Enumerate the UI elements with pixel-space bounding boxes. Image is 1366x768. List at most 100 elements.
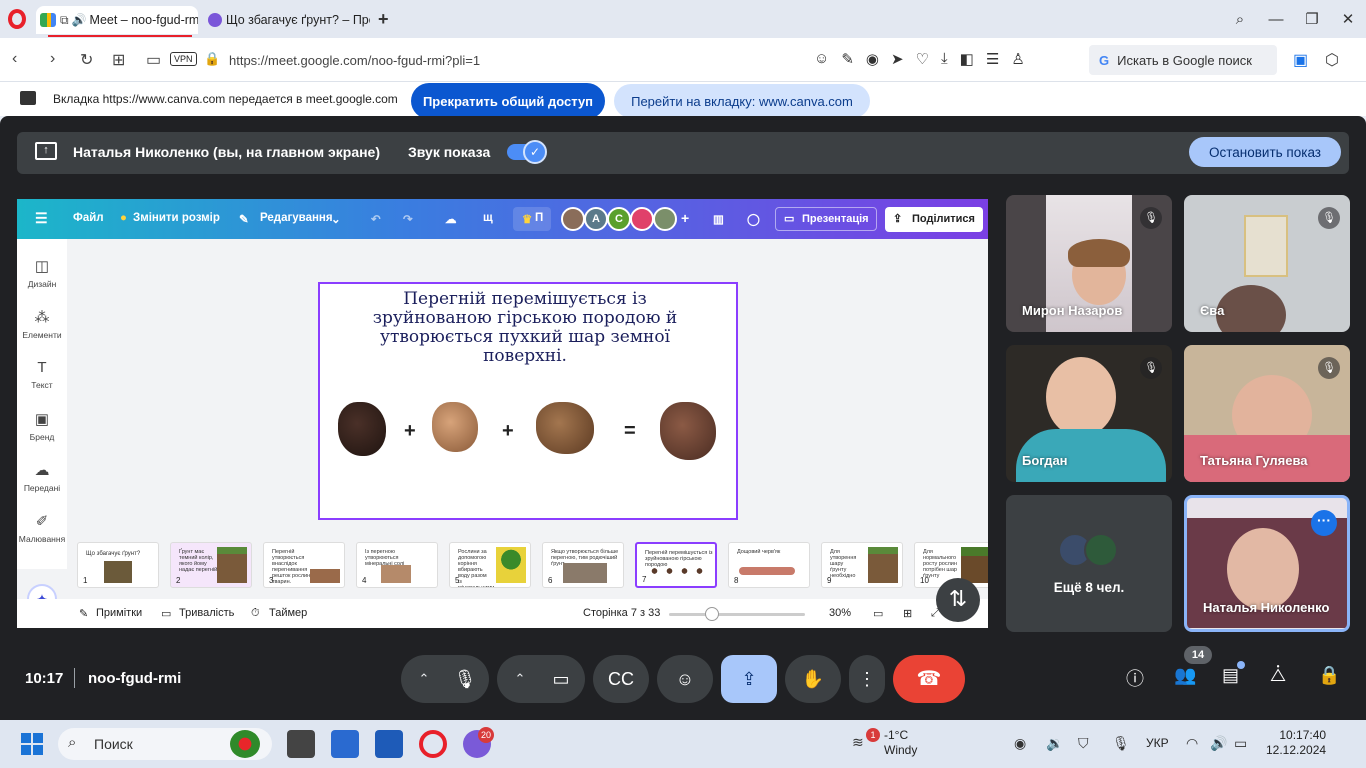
opera-menu-icon[interactable] xyxy=(8,9,26,29)
chat-icon[interactable]: ▤ xyxy=(1222,665,1239,686)
participant-tile[interactable]: 🎙 Мирон Назаров xyxy=(1006,195,1172,332)
tab-meet[interactable]: ⧉ 🔊 Meet – noo-fgud-rmi xyxy=(36,6,198,37)
go-to-tab-button[interactable]: Перейти на вкладку: www.canva.com xyxy=(614,84,870,118)
current-slide[interactable]: Перегній перемішується із зруйнованою гі… xyxy=(318,282,738,520)
new-tab-button[interactable]: + xyxy=(378,9,389,30)
heart-icon[interactable]: ♡ xyxy=(916,50,929,68)
language-indicator[interactable]: УКР xyxy=(1146,736,1169,750)
google-search-box[interactable]: G Искать в Google поиск xyxy=(1089,45,1277,75)
thumbnail-slide[interactable]: Перегній утворюється внаслідок перегнива… xyxy=(263,542,345,588)
more-participants-tile[interactable]: Ещё 8 чел. xyxy=(1006,495,1172,632)
cloud-save-icon[interactable]: ☁ xyxy=(445,212,457,226)
resize-button[interactable]: Змінити розмір xyxy=(133,212,220,224)
collaborator-avatar[interactable]: A xyxy=(584,207,608,231)
send-icon[interactable]: ➤ xyxy=(891,50,904,68)
activities-icon[interactable]: ⧊ xyxy=(1270,665,1286,686)
security-tray-icon[interactable]: ⛉ xyxy=(1078,735,1089,752)
collaborator-avatar[interactable] xyxy=(630,207,654,231)
host-controls-icon[interactable]: 🔒 xyxy=(1318,665,1340,686)
emoji-icon[interactable]: ☺ xyxy=(814,50,829,68)
meeting-info-icon[interactable]: ⓘ xyxy=(1126,665,1144,691)
reactions-button[interactable]: ☺ xyxy=(657,655,713,703)
sidebar-toggle-icon[interactable]: ◧ xyxy=(960,50,974,68)
wifi-icon[interactable]: ◠ xyxy=(1186,735,1198,752)
reload-icon[interactable]: ↻ xyxy=(80,50,93,70)
more-options-button[interactable]: ⋮ xyxy=(849,655,885,703)
speaker-icon[interactable]: 🔊 xyxy=(1210,735,1227,752)
thumbnail-slide[interactable]: Ґрунт має темний колір, якого йому надає… xyxy=(170,542,252,588)
snapshot-icon[interactable]: ◉ xyxy=(866,50,879,68)
self-tile[interactable]: ··· Наталья Николенко xyxy=(1184,495,1350,632)
video-settings-chevron-icon[interactable]: ⌃ xyxy=(505,655,535,703)
restore-button[interactable]: ❐ xyxy=(1294,0,1330,38)
download-icon[interactable]: ⤓ xyxy=(941,50,948,68)
thumbnail-slide-current[interactable]: Перегній перемішується із зруйнованою гі… xyxy=(635,542,717,588)
forward-icon[interactable]: › xyxy=(50,50,55,68)
extensions-icon[interactable]: ⬡ xyxy=(1325,50,1339,70)
pip-icon[interactable]: ⧉ xyxy=(60,13,69,28)
participant-tile[interactable]: 🎙 Татьяна Гуляева xyxy=(1184,345,1350,482)
microphone-button[interactable]: 🎙 xyxy=(437,655,493,703)
url-field[interactable]: https://meet.google.com/noo-fgud-rmi?pli… xyxy=(229,53,480,68)
rail-elements[interactable]: ⁂ Елементи xyxy=(17,308,67,340)
add-collaborator-icon[interactable]: + xyxy=(681,210,689,226)
system-clock[interactable]: 10:17:40 12.12.2024 xyxy=(1266,728,1326,758)
minimize-button[interactable]: — xyxy=(1258,0,1294,38)
duration-button[interactable]: Тривалість xyxy=(179,607,234,619)
profile-icon[interactable]: ♙ xyxy=(1011,50,1024,68)
thumbnail-slide[interactable]: Із перегною утворюються мінеральні солі 4 xyxy=(356,542,438,588)
windows-start-icon[interactable] xyxy=(21,733,43,755)
collaborator-avatar[interactable] xyxy=(653,207,677,231)
close-window-button[interactable]: ✕ xyxy=(1330,0,1366,38)
swap-layout-button[interactable]: ⇅ xyxy=(936,578,980,622)
rail-draw[interactable]: ✐ Малювання xyxy=(17,512,67,544)
easy-setup-icon[interactable]: ☰ xyxy=(986,50,999,68)
search-tabs-icon[interactable]: ⌕ xyxy=(1222,0,1258,38)
menu-icon[interactable]: ☰ xyxy=(35,210,48,227)
rail-text[interactable]: T Текст xyxy=(17,359,67,390)
back-icon[interactable]: ‹ xyxy=(12,50,17,68)
pages-view-icon[interactable]: ▭ xyxy=(873,607,883,620)
camera-icon[interactable]: ▭ xyxy=(146,50,161,70)
more-options-icon[interactable]: ··· xyxy=(1311,510,1337,536)
design-title[interactable]: щ xyxy=(483,212,493,224)
microphone-tray-icon[interactable]: 🎙 xyxy=(1112,735,1130,752)
collaborator-avatar[interactable]: C xyxy=(607,207,631,231)
file-menu[interactable]: Файл xyxy=(73,212,104,224)
rail-uploads[interactable]: ☁ Передані xyxy=(17,461,67,493)
vpn-badge[interactable]: VPN xyxy=(170,52,197,66)
grid-view-icon[interactable]: ⊞ xyxy=(903,607,912,620)
thumbnail-slide[interactable]: Якщо утворюється більше перегною, тим ро… xyxy=(542,542,624,588)
present-now-button[interactable]: ⇪ xyxy=(721,655,777,703)
zoom-value[interactable]: 30% xyxy=(829,607,851,619)
thumbnail-slide[interactable]: Для утворення шару ґрунту необхідно 9 xyxy=(821,542,903,588)
opera-taskbar-icon[interactable] xyxy=(419,730,447,758)
rail-design[interactable]: ◫ Дизайн xyxy=(17,257,67,289)
wallet-icon[interactable]: ▣ xyxy=(1293,50,1308,70)
timer-button[interactable]: Таймер xyxy=(269,607,307,619)
comment-icon[interactable]: ◯ xyxy=(747,212,760,226)
thumbnail-slide[interactable]: Що збагачує ґрунт? 1 xyxy=(77,542,159,588)
audio-settings-chevron-icon[interactable]: ⌃ xyxy=(409,655,439,703)
stop-sharing-button[interactable]: Прекратить общий доступ xyxy=(411,83,605,119)
speed-dial-icon[interactable]: ⊞ xyxy=(112,50,125,70)
share-button[interactable]: ⇪ Поділитися xyxy=(885,207,983,232)
viber-tray-icon[interactable]: ◉ xyxy=(1014,735,1026,752)
weather-widget[interactable]: -1°C Windy xyxy=(884,728,917,758)
task-view-icon[interactable] xyxy=(287,730,315,758)
rail-brand[interactable]: ▣ Бренд xyxy=(17,410,67,442)
lock-icon[interactable]: 🔒 xyxy=(204,51,220,67)
redo-icon[interactable]: ↷ xyxy=(403,212,413,226)
tab-canva[interactable]: Що збагачує ґрунт? – Пре xyxy=(202,6,370,34)
captions-button[interactable]: CC xyxy=(593,655,649,703)
battery-icon[interactable]: ▭ xyxy=(1234,735,1247,752)
thumbnail-slide[interactable]: Рослини за допомогою коріння вбирають во… xyxy=(449,542,531,588)
camera-button[interactable]: ▭ xyxy=(533,655,589,703)
raise-hand-button[interactable]: ✋ xyxy=(785,655,841,703)
zoom-slider-handle[interactable] xyxy=(705,607,719,621)
weather-icon[interactable]: ≋ xyxy=(852,734,864,751)
undo-icon[interactable]: ↶ xyxy=(371,212,381,226)
people-icon[interactable]: 👥 xyxy=(1174,665,1196,686)
volume-tray-icon[interactable]: 🔉 xyxy=(1046,735,1063,752)
thumbnail-slide[interactable]: Дощовий черв'як 8 xyxy=(728,542,810,588)
